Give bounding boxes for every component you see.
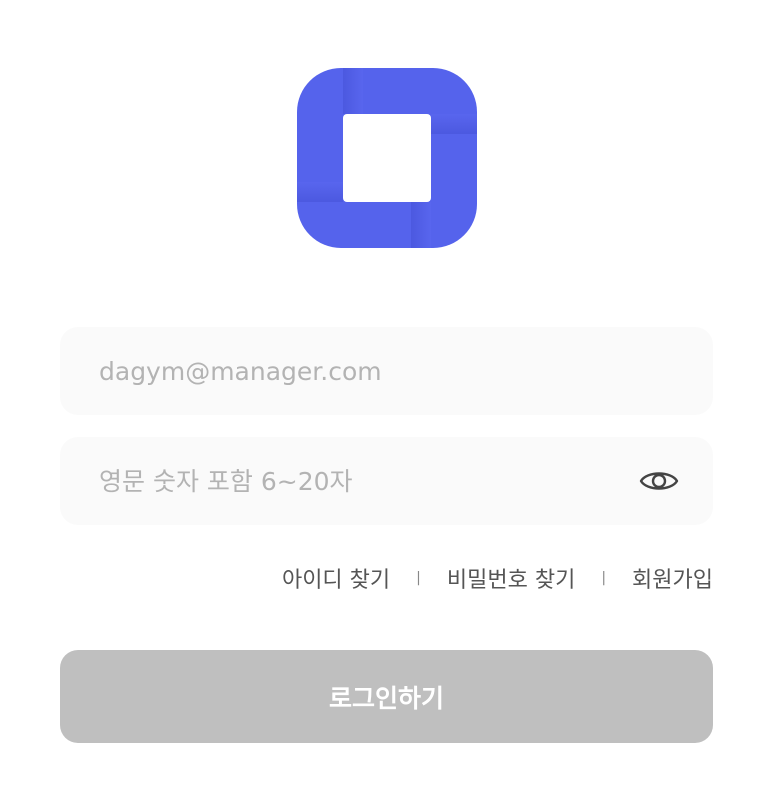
find-id-link[interactable]: 아이디 찾기 <box>282 562 390 594</box>
email-field-container <box>60 327 713 415</box>
find-password-link[interactable]: 비밀번호 찾기 <box>447 562 575 594</box>
app-logo <box>297 68 477 248</box>
signup-link[interactable]: 회원가입 <box>632 562 713 594</box>
password-visibility-toggle[interactable] <box>637 463 681 499</box>
eye-icon <box>639 472 679 490</box>
login-button[interactable]: 로그인하기 <box>60 650 713 743</box>
account-links: 아이디 찾기 | 비밀번호 찾기 | 회원가입 <box>282 560 713 596</box>
password-field-container <box>60 437 713 525</box>
link-separator: | <box>601 570 607 586</box>
link-separator: | <box>416 570 421 586</box>
email-input[interactable] <box>99 327 619 415</box>
password-input[interactable] <box>99 437 619 525</box>
square-ring-logo-icon <box>297 68 477 248</box>
